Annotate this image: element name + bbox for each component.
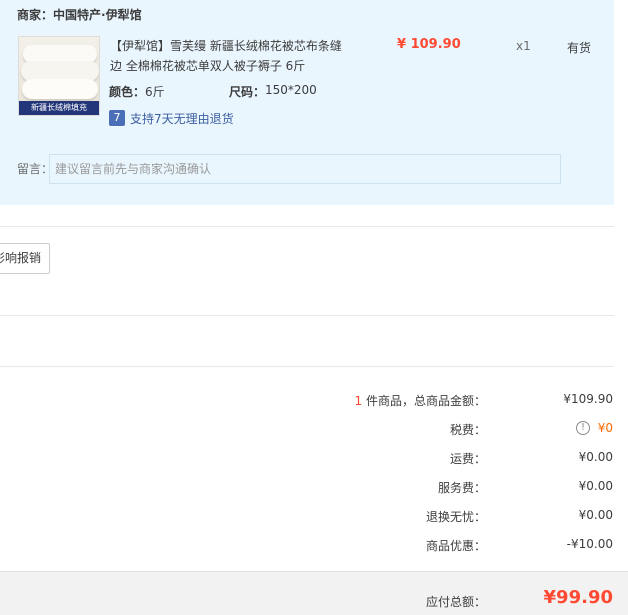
divider — [0, 315, 614, 316]
memo-label: 留言： — [17, 162, 54, 176]
size-value: 150*200 — [265, 83, 317, 97]
total-label: 应付总额： — [425, 595, 486, 609]
shop-name-value[interactable]: 中国特产·伊犁馆 — [53, 8, 142, 22]
info-icon[interactable]: ! — [576, 421, 590, 435]
tax-label: 税费： — [449, 423, 486, 437]
shop-name[interactable]: 商家：中国特产·伊犁馆 — [17, 6, 142, 23]
shipping-label: 运费： — [449, 452, 486, 466]
product-title[interactable]: 【伊犁馆】雪芙缦 新疆长绒棉花被芯布条缝边 全棉棉花被芯单双人被子褥子 6斤 — [110, 36, 350, 76]
total-bar: 应付总额： ¥99.90 — [0, 571, 628, 615]
shop-label: 商家： — [17, 8, 54, 22]
invoice-impact-button[interactable]: 影响报销 — [0, 243, 50, 274]
product-thumbnail[interactable]: 新疆长绒棉填充 — [18, 36, 100, 116]
seven-day-return-icon: 7 — [109, 110, 125, 126]
summary-shipping-row: 运费： ¥0.00 — [14, 450, 628, 468]
quantity: x1 — [516, 39, 531, 53]
order-item-panel: 商家：中国特产·伊犁馆 新疆长绒棉填充 【伊犁馆】雪芙缦 新疆长绒棉花被芯布条缝… — [0, 0, 614, 205]
memo-input[interactable] — [49, 154, 561, 184]
color-value: 6斤 — [145, 85, 165, 99]
color-label: 颜色： — [109, 85, 146, 99]
summary-return-row: 退换无忧： ¥0.00 — [14, 508, 628, 526]
service-fee-value: ¥0.00 — [578, 479, 613, 493]
stock-status: 有货 — [567, 41, 592, 55]
return-worry-free-label: 退换无忧： — [425, 510, 486, 524]
return-policy-text[interactable]: 支持7天无理由退货 — [130, 110, 234, 127]
tax-value: ¥0 — [597, 421, 613, 435]
summary-tax-row: 税费： ! ¥0 — [14, 421, 628, 439]
items-total-value: ¥109.90 — [563, 392, 613, 406]
divider — [0, 226, 614, 227]
discount-label: 商品优惠： — [425, 539, 486, 553]
service-fee-label: 服务费： — [437, 481, 486, 495]
return-worry-free-value: ¥0.00 — [578, 508, 613, 522]
items-total-label: 件商品，总商品金额： — [362, 394, 486, 408]
size-label: 尺码： — [229, 85, 266, 99]
total-value: ¥99.90 — [543, 587, 613, 608]
return-policy[interactable]: 7 支持7天无理由退货 — [109, 109, 234, 127]
divider — [0, 366, 614, 367]
summary-discount-row: 商品优惠： -¥10.00 — [14, 537, 628, 555]
thumbnail-caption: 新疆长绒棉填充 — [19, 101, 99, 115]
shipping-value: ¥0.00 — [578, 450, 613, 464]
summary-items-row: 1 件商品，总商品金额： ¥109.90 — [14, 392, 628, 410]
unit-price: ¥ 109.90 — [397, 37, 461, 52]
discount-value: -¥10.00 — [566, 537, 613, 551]
summary-service-row: 服务费： ¥0.00 — [14, 479, 628, 497]
